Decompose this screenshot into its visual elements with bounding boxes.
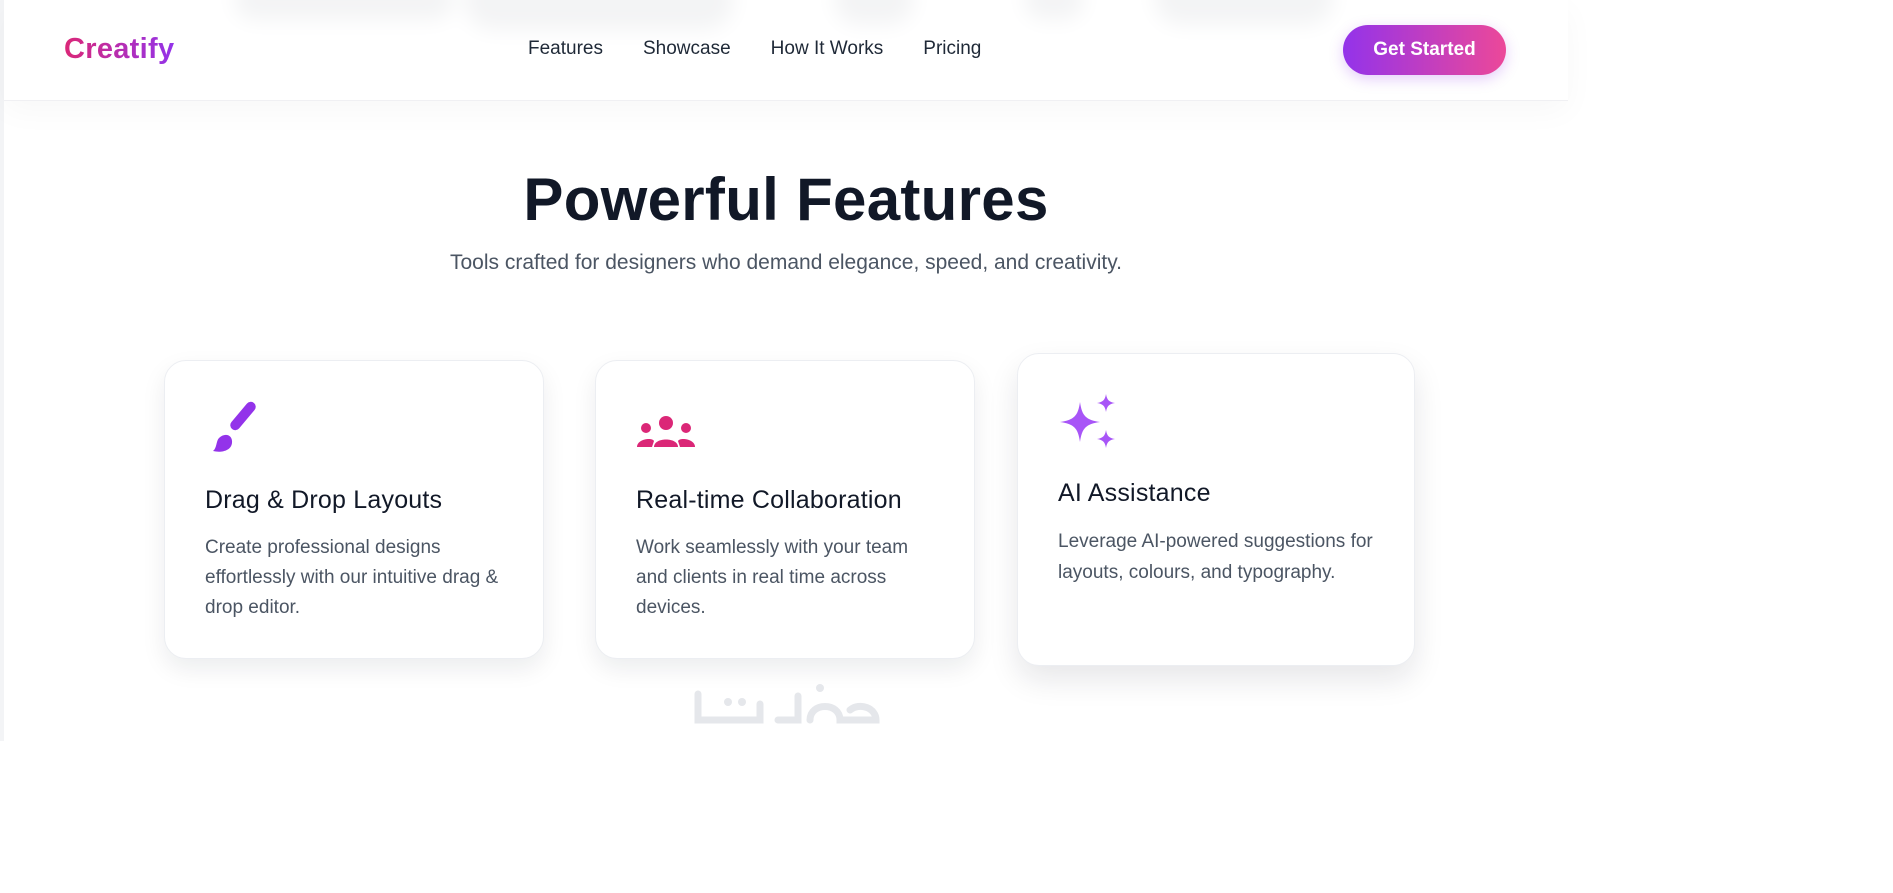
nav-link-showcase[interactable]: Showcase [643, 38, 731, 60]
feature-card-drag-drop: Drag & Drop Layouts Create professional … [164, 360, 544, 659]
users-icon [637, 416, 695, 447]
nav-link-features[interactable]: Features [528, 38, 603, 60]
brand-logo[interactable]: Creatify [64, 33, 174, 66]
paintbrush-icon [213, 401, 256, 452]
main-nav: Features Showcase How It Works Pricing [528, 38, 981, 60]
top-navbar: Creatify Features Showcase How It Works … [4, 0, 1568, 101]
nav-link-how-it-works[interactable]: How It Works [771, 38, 884, 60]
get-started-button[interactable]: Get Started [1343, 25, 1506, 75]
sparkles-icon [1060, 394, 1115, 448]
page: Creatify Features Showcase How It Works … [0, 0, 1568, 741]
feature-card-title: AI Assistance [1058, 479, 1211, 507]
feature-card-ai: AI Assistance Leverage AI-powered sugges… [1017, 353, 1415, 666]
feature-card-text: Work seamlessly with your team and clien… [636, 537, 909, 618]
khamsat-watermark-logo [694, 684, 880, 724]
features-subtitle: Tools crafted for designers who demand e… [450, 251, 1122, 274]
feature-card-text: Create professional designs effortlessly… [205, 537, 499, 618]
features-title: Powerful Features [523, 166, 1049, 233]
feature-card-text: Leverage AI-powered suggestions for layo… [1058, 531, 1373, 583]
feature-card-title: Real-time Collaboration [636, 486, 902, 514]
feature-card-collaboration: Real-time Collaboration Work seamlessly … [595, 360, 975, 659]
nav-link-pricing[interactable]: Pricing [923, 38, 981, 60]
feature-card-title: Drag & Drop Layouts [205, 486, 443, 514]
